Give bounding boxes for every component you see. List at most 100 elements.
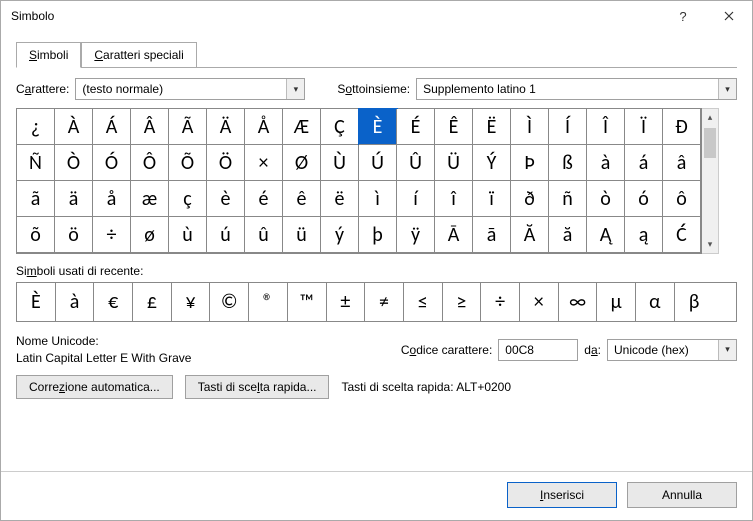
tab-special-characters[interactable]: Caratteri speciali [81, 42, 196, 68]
from-select[interactable]: Unicode (hex) ▾ [607, 339, 737, 361]
char-cell[interactable]: Ą [587, 217, 625, 253]
char-cell[interactable]: å [93, 181, 131, 217]
char-cell[interactable]: õ [17, 217, 55, 253]
insert-button[interactable]: Inserisci [507, 482, 617, 508]
recent-char-cell[interactable]: ÷ [481, 283, 520, 321]
recent-symbols-grid[interactable]: Èà€£¥©®™±≠≤≥÷×∞µαβ [16, 282, 737, 322]
recent-char-cell[interactable]: ¥ [172, 283, 211, 321]
char-cell[interactable]: ¿ [17, 109, 55, 145]
char-cell[interactable]: Ð [663, 109, 701, 145]
char-cell[interactable]: Ă [511, 217, 549, 253]
recent-char-cell[interactable]: ™ [288, 283, 327, 321]
char-cell[interactable]: à [587, 145, 625, 181]
char-cell[interactable]: Õ [169, 145, 207, 181]
char-cell[interactable]: ì [359, 181, 397, 217]
char-cell[interactable]: ë [321, 181, 359, 217]
char-cell[interactable]: É [397, 109, 435, 145]
char-cell[interactable]: Î [587, 109, 625, 145]
char-cell[interactable]: Á [93, 109, 131, 145]
char-cell[interactable]: Ñ [17, 145, 55, 181]
char-cell[interactable]: Ã [169, 109, 207, 145]
char-cell[interactable]: û [245, 217, 283, 253]
char-cell[interactable]: ÷ [93, 217, 131, 253]
cancel-button[interactable]: Annulla [627, 482, 737, 508]
char-cell[interactable]: Ä [207, 109, 245, 145]
recent-char-cell[interactable]: ∞ [559, 283, 598, 321]
recent-char-cell[interactable]: µ [597, 283, 636, 321]
char-cell[interactable]: á [625, 145, 663, 181]
char-cell[interactable]: ç [169, 181, 207, 217]
char-cell[interactable]: × [245, 145, 283, 181]
char-cell[interactable]: ð [511, 181, 549, 217]
grid-scrollbar[interactable]: ▴ ▾ [702, 108, 719, 254]
recent-char-cell[interactable]: ≥ [443, 283, 482, 321]
recent-char-cell[interactable]: β [675, 283, 714, 321]
recent-char-cell[interactable]: ≤ [404, 283, 443, 321]
char-cell[interactable]: ó [625, 181, 663, 217]
autocorrect-button[interactable]: Correzione automatica... [16, 375, 173, 399]
char-cell[interactable]: ą [625, 217, 663, 253]
char-cell[interactable]: Í [549, 109, 587, 145]
char-cell[interactable]: À [55, 109, 93, 145]
char-cell[interactable]: Ë [473, 109, 511, 145]
char-cell[interactable]: Ç [321, 109, 359, 145]
subset-select[interactable]: Supplemento latino 1 ▾ [416, 78, 737, 100]
char-cell[interactable]: Ø [283, 145, 321, 181]
char-cell[interactable]: ú [207, 217, 245, 253]
char-cell[interactable]: í [397, 181, 435, 217]
char-cell[interactable]: ù [169, 217, 207, 253]
scroll-thumb[interactable] [704, 128, 716, 158]
help-button[interactable]: ? [660, 1, 706, 31]
char-cell[interactable]: È [359, 109, 397, 145]
recent-char-cell[interactable]: ≠ [365, 283, 404, 321]
char-cell[interactable]: ă [549, 217, 587, 253]
recent-char-cell[interactable]: α [636, 283, 675, 321]
char-cell[interactable]: Å [245, 109, 283, 145]
char-cell[interactable]: þ [359, 217, 397, 253]
char-cell[interactable]: Ù [321, 145, 359, 181]
char-cell[interactable]: ý [321, 217, 359, 253]
char-cell[interactable]: Ì [511, 109, 549, 145]
char-cell[interactable]: Ô [131, 145, 169, 181]
font-select[interactable]: (testo normale) ▾ [75, 78, 305, 100]
recent-char-cell[interactable]: £ [133, 283, 172, 321]
scroll-up-icon[interactable]: ▴ [702, 109, 718, 126]
char-cell[interactable]: Þ [511, 145, 549, 181]
close-button[interactable] [706, 1, 752, 31]
char-cell[interactable]: Ó [93, 145, 131, 181]
char-cell[interactable]: ô [663, 181, 701, 217]
char-cell[interactable]: Ú [359, 145, 397, 181]
recent-char-cell[interactable]: € [94, 283, 133, 321]
char-cell[interactable]: ã [17, 181, 55, 217]
char-cell[interactable]: ü [283, 217, 321, 253]
recent-char-cell[interactable]: × [520, 283, 559, 321]
char-cell[interactable]: î [435, 181, 473, 217]
recent-char-cell[interactable]: ® [249, 283, 288, 321]
char-cell[interactable]: ø [131, 217, 169, 253]
char-cell[interactable]: ö [55, 217, 93, 253]
char-cell[interactable]: Ò [55, 145, 93, 181]
char-cell[interactable]: ä [55, 181, 93, 217]
char-cell[interactable]: Û [397, 145, 435, 181]
recent-char-cell[interactable]: © [210, 283, 249, 321]
char-code-input[interactable]: 00C8 [498, 339, 578, 361]
char-cell[interactable]: Ć [663, 217, 701, 253]
shortcut-key-button[interactable]: Tasti di scelta rapida... [185, 375, 330, 399]
recent-char-cell[interactable]: à [56, 283, 95, 321]
scroll-down-icon[interactable]: ▾ [702, 236, 718, 253]
tab-symbols[interactable]: Simboli [16, 42, 81, 68]
char-cell[interactable]: Ā [435, 217, 473, 253]
char-cell[interactable]: ê [283, 181, 321, 217]
char-cell[interactable]: é [245, 181, 283, 217]
char-cell[interactable]: Â [131, 109, 169, 145]
char-cell[interactable]: Ý [473, 145, 511, 181]
char-cell[interactable]: ÿ [397, 217, 435, 253]
character-grid[interactable]: ¿ÀÁÂÃÄÅÆÇÈÉÊËÌÍÎÏÐÑÒÓÔÕÖ×ØÙÚÛÜÝÞßàáâãäåæ… [16, 108, 702, 254]
char-cell[interactable]: Ö [207, 145, 245, 181]
char-cell[interactable]: ß [549, 145, 587, 181]
char-cell[interactable]: ñ [549, 181, 587, 217]
char-cell[interactable]: Æ [283, 109, 321, 145]
char-cell[interactable]: ā [473, 217, 511, 253]
recent-char-cell[interactable]: ± [327, 283, 366, 321]
char-cell[interactable]: Ü [435, 145, 473, 181]
